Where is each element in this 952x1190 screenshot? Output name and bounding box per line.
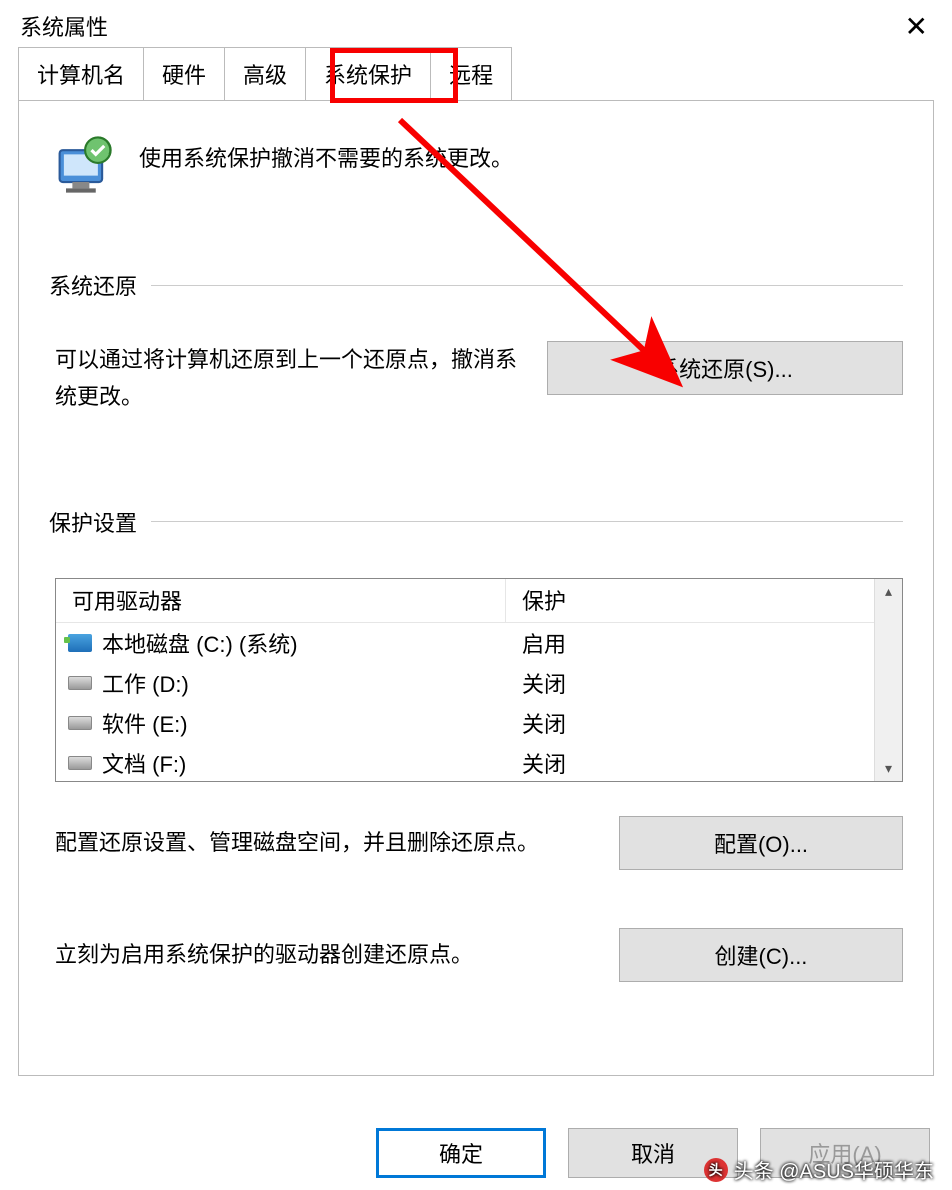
col-protect-header[interactable]: 保护 [506,584,874,616]
drive-name: 文档 (F:) [102,747,186,779]
system-drive-icon [68,634,92,652]
create-button[interactable]: 创建(C)... [619,928,903,982]
drive-name-cell: 本地磁盘 (C:) (系统) [56,627,506,659]
section-header-restore: 系统还原 [49,269,903,301]
tab-remote[interactable]: 远程 [430,47,512,100]
close-icon[interactable]: ✕ [895,6,938,47]
tab-strip: 计算机名 硬件 高级 系统保护 远程 [0,52,952,100]
drive-name: 软件 (E:) [102,707,188,739]
drive-row[interactable]: 文档 (F:) 关闭 [56,743,874,781]
drive-table: 可用驱动器 保护 本地磁盘 (C:) (系统)启用工作 (D:)关闭软件 (E:… [55,578,903,782]
scrollbar[interactable]: ▴ ▾ [874,579,902,781]
drive-name: 本地磁盘 (C:) (系统) [102,627,298,659]
hdd-icon [68,716,92,730]
watermark-icon: 头 [704,1158,728,1182]
drive-row[interactable]: 软件 (E:) 关闭 [56,703,874,743]
drive-name: 工作 (D:) [102,667,189,699]
intro-text: 使用系统保护撤消不需要的系统更改。 [139,131,513,173]
create-row: 立刻为启用系统保护的驱动器创建还原点。 创建(C)... [49,928,903,982]
drive-name-cell: 软件 (E:) [56,707,506,739]
divider [151,285,903,286]
configure-description: 配置还原设置、管理磁盘空间，并且删除还原点。 [55,825,589,860]
scroll-up-icon[interactable]: ▴ [885,583,892,600]
drive-status: 关闭 [506,747,874,779]
scroll-down-icon[interactable]: ▾ [885,760,892,777]
section-header-protection: 保护设置 [49,506,903,538]
configure-button[interactable]: 配置(O)... [619,816,903,870]
drive-table-header: 可用驱动器 保护 [56,579,874,623]
restore-heading: 系统还原 [49,269,137,301]
divider [151,521,903,522]
ok-button[interactable]: 确定 [376,1128,546,1178]
system-protection-icon [49,131,117,199]
drive-row[interactable]: 工作 (D:) 关闭 [56,663,874,703]
drive-row[interactable]: 本地磁盘 (C:) (系统) 启用 [56,623,874,663]
drive-status: 关闭 [506,667,874,699]
col-drive-header[interactable]: 可用驱动器 [56,579,506,622]
drive-status: 关闭 [506,707,874,739]
tab-hardware[interactable]: 硬件 [143,47,225,100]
drive-status: 启用 [506,627,874,659]
hdd-icon [68,676,92,690]
watermark-text: 头条 @ASUS华硕华东 [734,1155,934,1184]
tab-panel-system-protection: 使用系统保护撤消不需要的系统更改。 系统还原 可以通过将计算机还原到上一个还原点… [18,100,934,1076]
configure-row: 配置还原设置、管理磁盘空间，并且删除还原点。 配置(O)... [49,816,903,870]
system-restore-button[interactable]: 系统还原(S)... [547,341,903,395]
restore-row: 可以通过将计算机还原到上一个还原点，撤消系统更改。 系统还原(S)... [49,341,903,416]
drive-name-cell: 文档 (F:) [56,747,506,779]
watermark: 头 头条 @ASUS华硕华东 [704,1155,934,1184]
drive-table-body: 可用驱动器 保护 本地磁盘 (C:) (系统)启用工作 (D:)关闭软件 (E:… [56,579,874,781]
window-title: 系统属性 [20,10,108,42]
intro-row: 使用系统保护撤消不需要的系统更改。 [49,131,903,199]
hdd-icon [68,756,92,770]
protection-heading: 保护设置 [49,506,137,538]
tab-computer-name[interactable]: 计算机名 [18,47,144,100]
create-description: 立刻为启用系统保护的驱动器创建还原点。 [55,937,589,972]
restore-description: 可以通过将计算机还原到上一个还原点，撤消系统更改。 [55,341,517,416]
titlebar: 系统属性 ✕ [0,0,952,52]
drive-name-cell: 工作 (D:) [56,667,506,699]
tab-system-protection[interactable]: 系统保护 [305,47,431,100]
tab-advanced[interactable]: 高级 [224,47,306,100]
